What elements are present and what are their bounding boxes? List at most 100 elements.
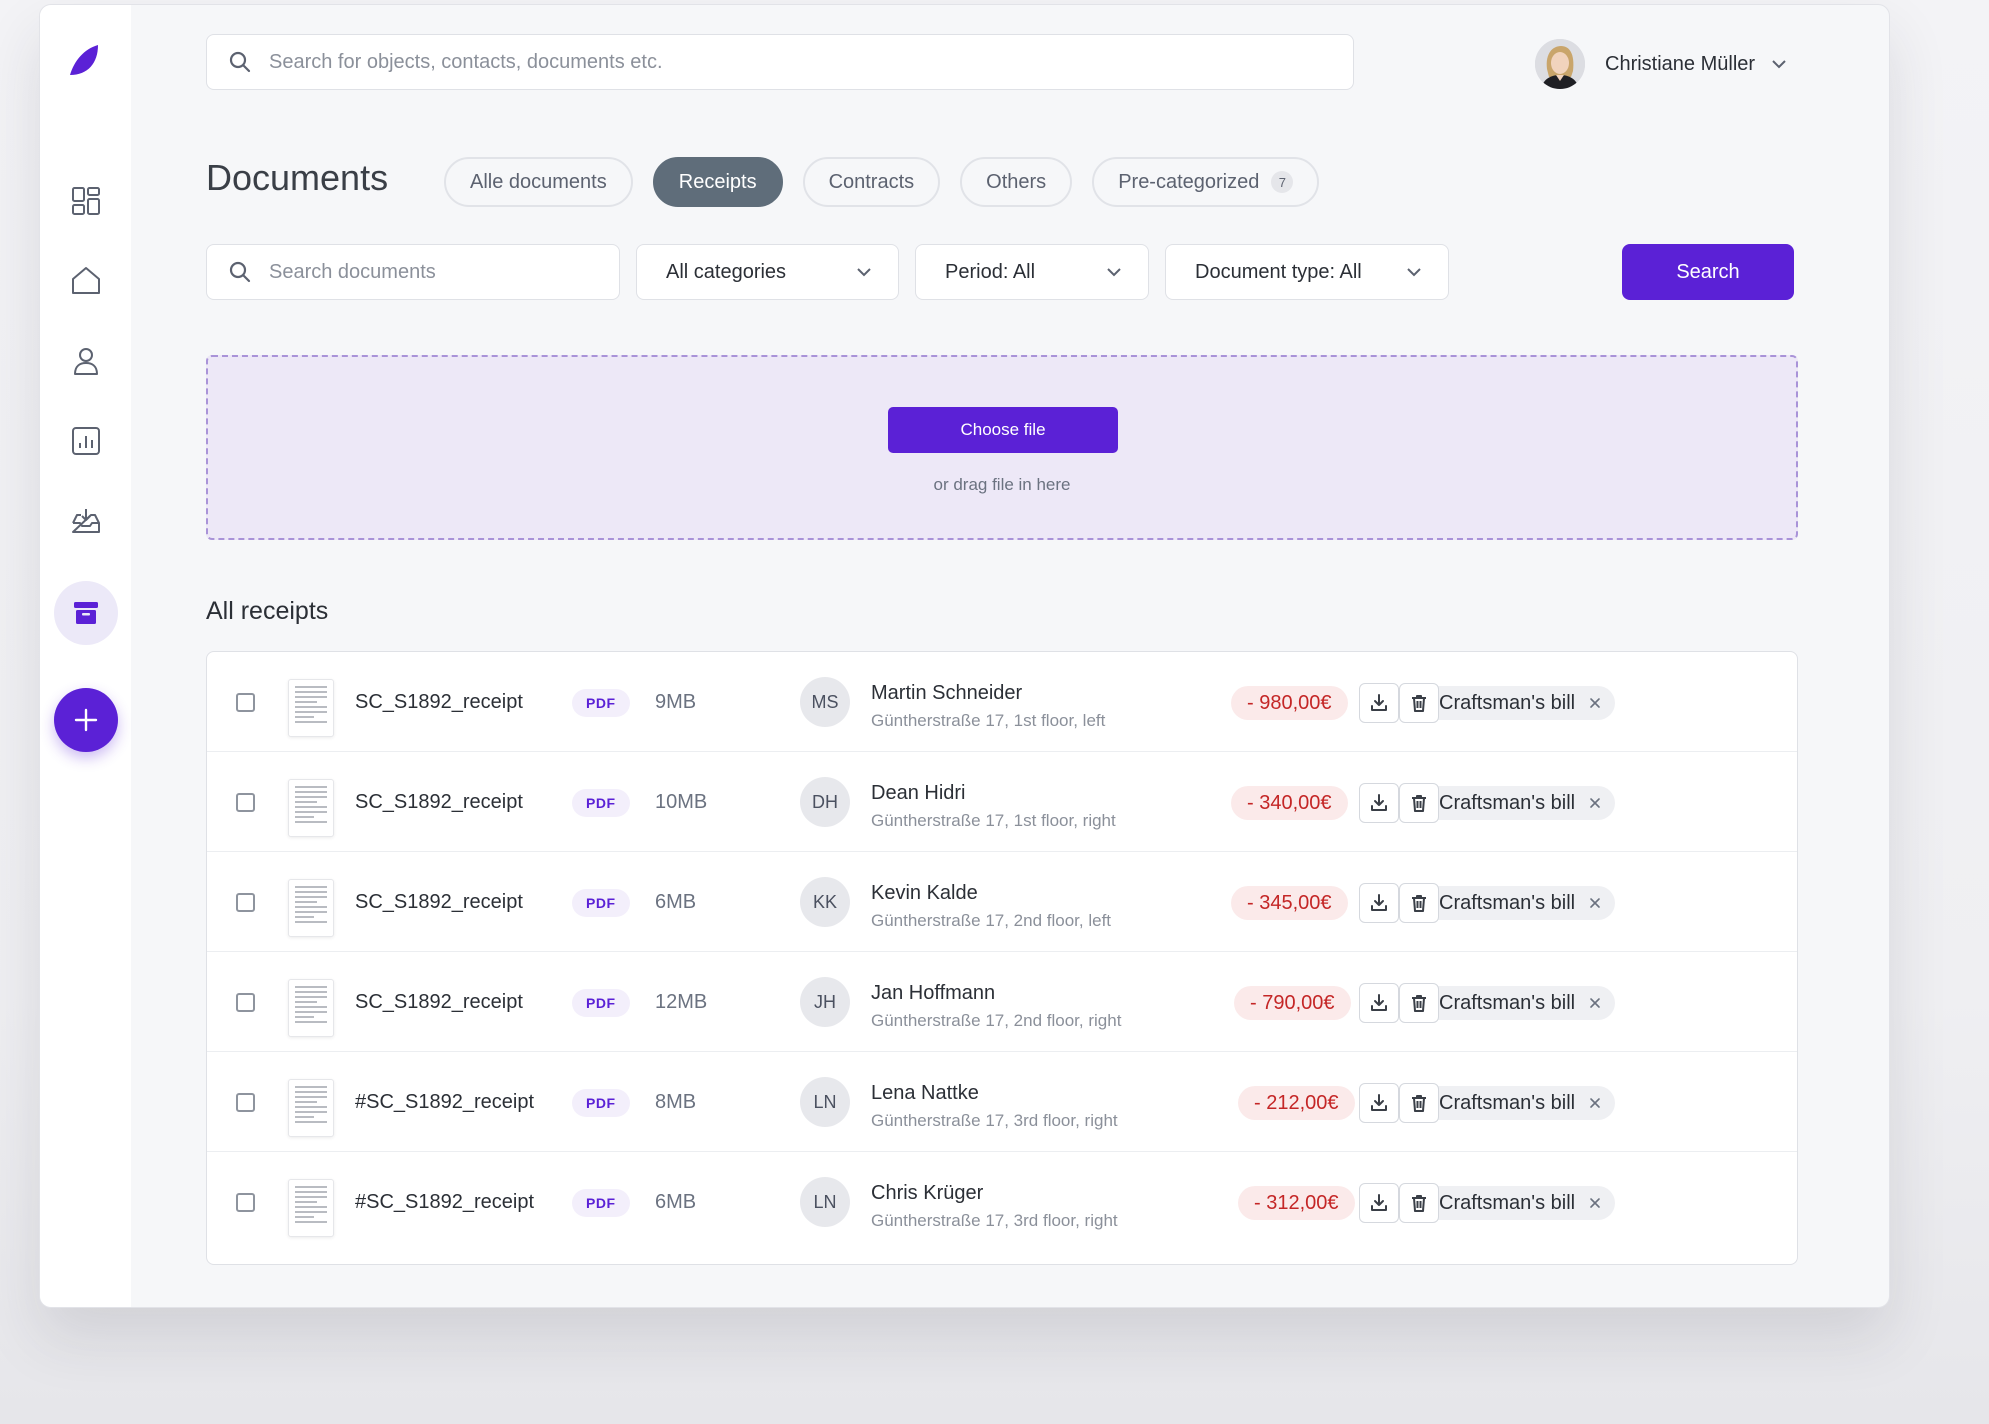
delete-button[interactable] bbox=[1399, 783, 1439, 823]
contact-address: Güntherstraße 17, 2nd floor, left bbox=[871, 911, 1112, 930]
tab-others[interactable]: Others bbox=[960, 157, 1073, 207]
close-icon[interactable] bbox=[1589, 997, 1601, 1009]
file-name[interactable]: SC_S1892_receipt bbox=[355, 852, 523, 952]
file-name[interactable]: #SC_S1892_receipt bbox=[355, 1152, 534, 1252]
file-name[interactable]: SC_S1892_receipt bbox=[355, 752, 523, 852]
download-button[interactable] bbox=[1359, 1183, 1399, 1223]
file-name[interactable]: SC_S1892_receipt bbox=[355, 952, 523, 1052]
category-tag: Craftsman's bill bbox=[1423, 686, 1616, 720]
download-button[interactable] bbox=[1359, 983, 1399, 1023]
download-icon bbox=[1371, 894, 1387, 911]
sidebar-item-dashboard[interactable] bbox=[54, 169, 118, 233]
document-thumbnail[interactable] bbox=[288, 679, 334, 737]
contact-info: Dean Hidri Güntherstraße 17, 1st floor, … bbox=[871, 782, 1116, 831]
row-checkbox[interactable] bbox=[236, 793, 255, 812]
contact-info: Jan Hoffmann Güntherstraße 17, 2nd floor… bbox=[871, 982, 1121, 1031]
category-tag-label: Craftsman's bill bbox=[1439, 791, 1576, 814]
sidebar-item-contacts[interactable] bbox=[54, 329, 118, 393]
chevron-down-icon bbox=[1407, 268, 1421, 277]
document-thumbnail[interactable] bbox=[288, 879, 334, 937]
chevron-down-icon bbox=[857, 268, 871, 277]
contact-name: Dean Hidri bbox=[871, 782, 966, 804]
file-name[interactable]: #SC_S1892_receipt bbox=[355, 1052, 534, 1152]
contact-name: Lena Nattke bbox=[871, 1082, 979, 1104]
search-icon bbox=[229, 51, 251, 73]
tab-contracts[interactable]: Contracts bbox=[802, 157, 941, 207]
close-icon[interactable] bbox=[1589, 797, 1601, 809]
document-thumbnail[interactable] bbox=[288, 1179, 334, 1237]
delete-button[interactable] bbox=[1399, 883, 1439, 923]
add-button[interactable] bbox=[54, 688, 118, 752]
sidebar-item-inbox[interactable] bbox=[54, 489, 118, 553]
tab-receipts[interactable]: Receipts bbox=[652, 157, 783, 207]
document-thumbnail[interactable] bbox=[288, 979, 334, 1037]
file-size: 8MB bbox=[655, 1090, 697, 1113]
contact-name: Kevin Kalde bbox=[871, 882, 978, 904]
category-tag-label: Craftsman's bill bbox=[1439, 1091, 1576, 1114]
user-name: Christiane Müller bbox=[1605, 52, 1756, 75]
avatar: KK bbox=[800, 877, 850, 927]
close-icon[interactable] bbox=[1589, 897, 1601, 909]
contact-info: Chris Krüger Güntherstraße 17, 3rd floor… bbox=[871, 1182, 1118, 1231]
table-row: SC_S1892_receipt PDF 12MB JH Jan Hoffman… bbox=[207, 952, 1797, 1052]
amount-badge: - 790,00€ bbox=[1234, 986, 1351, 1020]
trash-icon bbox=[1412, 795, 1426, 812]
chart-icon bbox=[72, 427, 100, 455]
download-button[interactable] bbox=[1359, 683, 1399, 723]
row-checkbox[interactable] bbox=[236, 893, 255, 912]
document-thumbnail[interactable] bbox=[288, 779, 334, 837]
sidebar-item-reports[interactable] bbox=[54, 409, 118, 473]
choose-file-button[interactable]: Choose file bbox=[888, 407, 1118, 453]
tab-alle-documents[interactable]: Alle documents bbox=[444, 157, 633, 207]
contact-address: Güntherstraße 17, 1st floor, left bbox=[871, 711, 1106, 730]
period-select[interactable]: Period: All bbox=[915, 244, 1149, 300]
contact-address: Güntherstraße 17, 3rd floor, right bbox=[871, 1211, 1118, 1230]
file-type-badge: PDF bbox=[572, 989, 630, 1017]
global-search-input[interactable] bbox=[269, 50, 1353, 74]
download-button[interactable] bbox=[1359, 783, 1399, 823]
delete-button[interactable] bbox=[1399, 683, 1439, 723]
trash-icon bbox=[1412, 895, 1426, 912]
contact-info: Lena Nattke Güntherstraße 17, 3rd floor,… bbox=[871, 1082, 1118, 1131]
download-icon bbox=[1371, 994, 1387, 1011]
sidebar-item-home[interactable] bbox=[54, 249, 118, 313]
table-row: #SC_S1892_receipt PDF 8MB LN Lena Nattke… bbox=[207, 1052, 1797, 1152]
row-checkbox[interactable] bbox=[236, 693, 255, 712]
table-row: SC_S1892_receipt PDF 10MB DH Dean Hidri … bbox=[207, 752, 1797, 852]
avatar: LN bbox=[800, 1177, 850, 1227]
logo-icon[interactable] bbox=[64, 41, 104, 81]
close-icon[interactable] bbox=[1589, 697, 1601, 709]
row-checkbox[interactable] bbox=[236, 993, 255, 1012]
category-tag-label: Craftsman's bill bbox=[1439, 891, 1576, 914]
row-checkbox[interactable] bbox=[236, 1093, 255, 1112]
file-type-badge: PDF bbox=[572, 789, 630, 817]
document-thumbnail[interactable] bbox=[288, 1079, 334, 1137]
contact-name: Jan Hoffmann bbox=[871, 982, 996, 1004]
download-button[interactable] bbox=[1359, 883, 1399, 923]
category-tag: Craftsman's bill bbox=[1423, 786, 1616, 820]
category-select[interactable]: All categories bbox=[636, 244, 899, 300]
tab-pre-categorized[interactable]: Pre-categorized 7 bbox=[1092, 157, 1320, 207]
search-button[interactable]: Search bbox=[1622, 244, 1794, 300]
close-icon[interactable] bbox=[1589, 1197, 1601, 1209]
file-name[interactable]: SC_S1892_receipt bbox=[355, 652, 523, 752]
file-type-badge: PDF bbox=[572, 1189, 630, 1217]
global-search bbox=[206, 34, 1354, 90]
file-size: 6MB bbox=[655, 890, 697, 913]
archive-icon bbox=[74, 602, 98, 624]
document-type-select[interactable]: Document type: All bbox=[1165, 244, 1449, 300]
delete-button[interactable] bbox=[1399, 983, 1439, 1023]
user-menu[interactable]: Christiane Müller bbox=[1535, 38, 1787, 90]
delete-button[interactable] bbox=[1399, 1083, 1439, 1123]
home-icon bbox=[72, 267, 100, 294]
file-dropzone[interactable]: Choose file or drag file in here bbox=[206, 355, 1798, 540]
sidebar-item-documents[interactable] bbox=[54, 581, 118, 645]
delete-button[interactable] bbox=[1399, 1183, 1439, 1223]
row-checkbox[interactable] bbox=[236, 1193, 255, 1212]
category-tag: Craftsman's bill bbox=[1423, 986, 1616, 1020]
category-tag: Craftsman's bill bbox=[1423, 886, 1616, 920]
download-button[interactable] bbox=[1359, 1083, 1399, 1123]
document-search-input[interactable] bbox=[269, 260, 619, 284]
close-icon[interactable] bbox=[1589, 1097, 1601, 1109]
avatar bbox=[1535, 39, 1585, 89]
